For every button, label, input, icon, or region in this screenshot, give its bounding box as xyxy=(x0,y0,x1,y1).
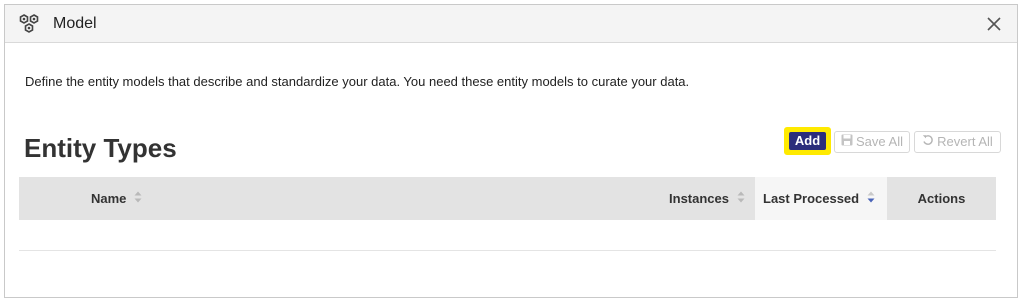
dialog-titlebar: Model xyxy=(5,5,1017,43)
column-header-instances[interactable]: Instances xyxy=(635,177,755,220)
model-dialog: Model Define the entity models that desc… xyxy=(4,4,1018,298)
revert-all-button[interactable]: Revert All xyxy=(914,131,1001,153)
column-header-name-label: Name xyxy=(91,191,127,206)
column-header-last-processed-label: Last Processed xyxy=(763,191,860,206)
column-header-actions: Actions xyxy=(887,177,996,220)
column-header-actions-label: Actions xyxy=(917,191,966,206)
section-heading: Entity Types xyxy=(24,133,177,163)
dialog-description: Define the entity models that describe a… xyxy=(25,74,690,89)
floppy-disk-icon xyxy=(841,132,856,152)
table-row-divider xyxy=(19,250,996,251)
model-hexagons-icon xyxy=(18,13,40,35)
add-button[interactable]: Add xyxy=(784,127,831,155)
revert-all-label: Revert All xyxy=(937,134,993,149)
column-header-name[interactable]: Name xyxy=(19,177,635,220)
column-header-instances-label: Instances xyxy=(669,191,729,206)
add-button-label: Add xyxy=(789,132,826,150)
close-icon[interactable] xyxy=(983,13,1005,35)
sort-descending-icon xyxy=(867,191,875,206)
undo-icon xyxy=(922,132,937,152)
entity-types-table: Name Instances Last Processed Actions xyxy=(19,177,996,220)
save-all-button[interactable]: Save All xyxy=(834,131,910,153)
save-all-label: Save All xyxy=(856,134,903,149)
sort-unsorted-icon xyxy=(737,191,745,206)
dialog-title: Model xyxy=(53,15,97,32)
column-header-last-processed[interactable]: Last Processed xyxy=(755,177,887,220)
table-header-row: Name Instances Last Processed Actions xyxy=(19,177,996,220)
sort-unsorted-icon xyxy=(134,191,142,206)
